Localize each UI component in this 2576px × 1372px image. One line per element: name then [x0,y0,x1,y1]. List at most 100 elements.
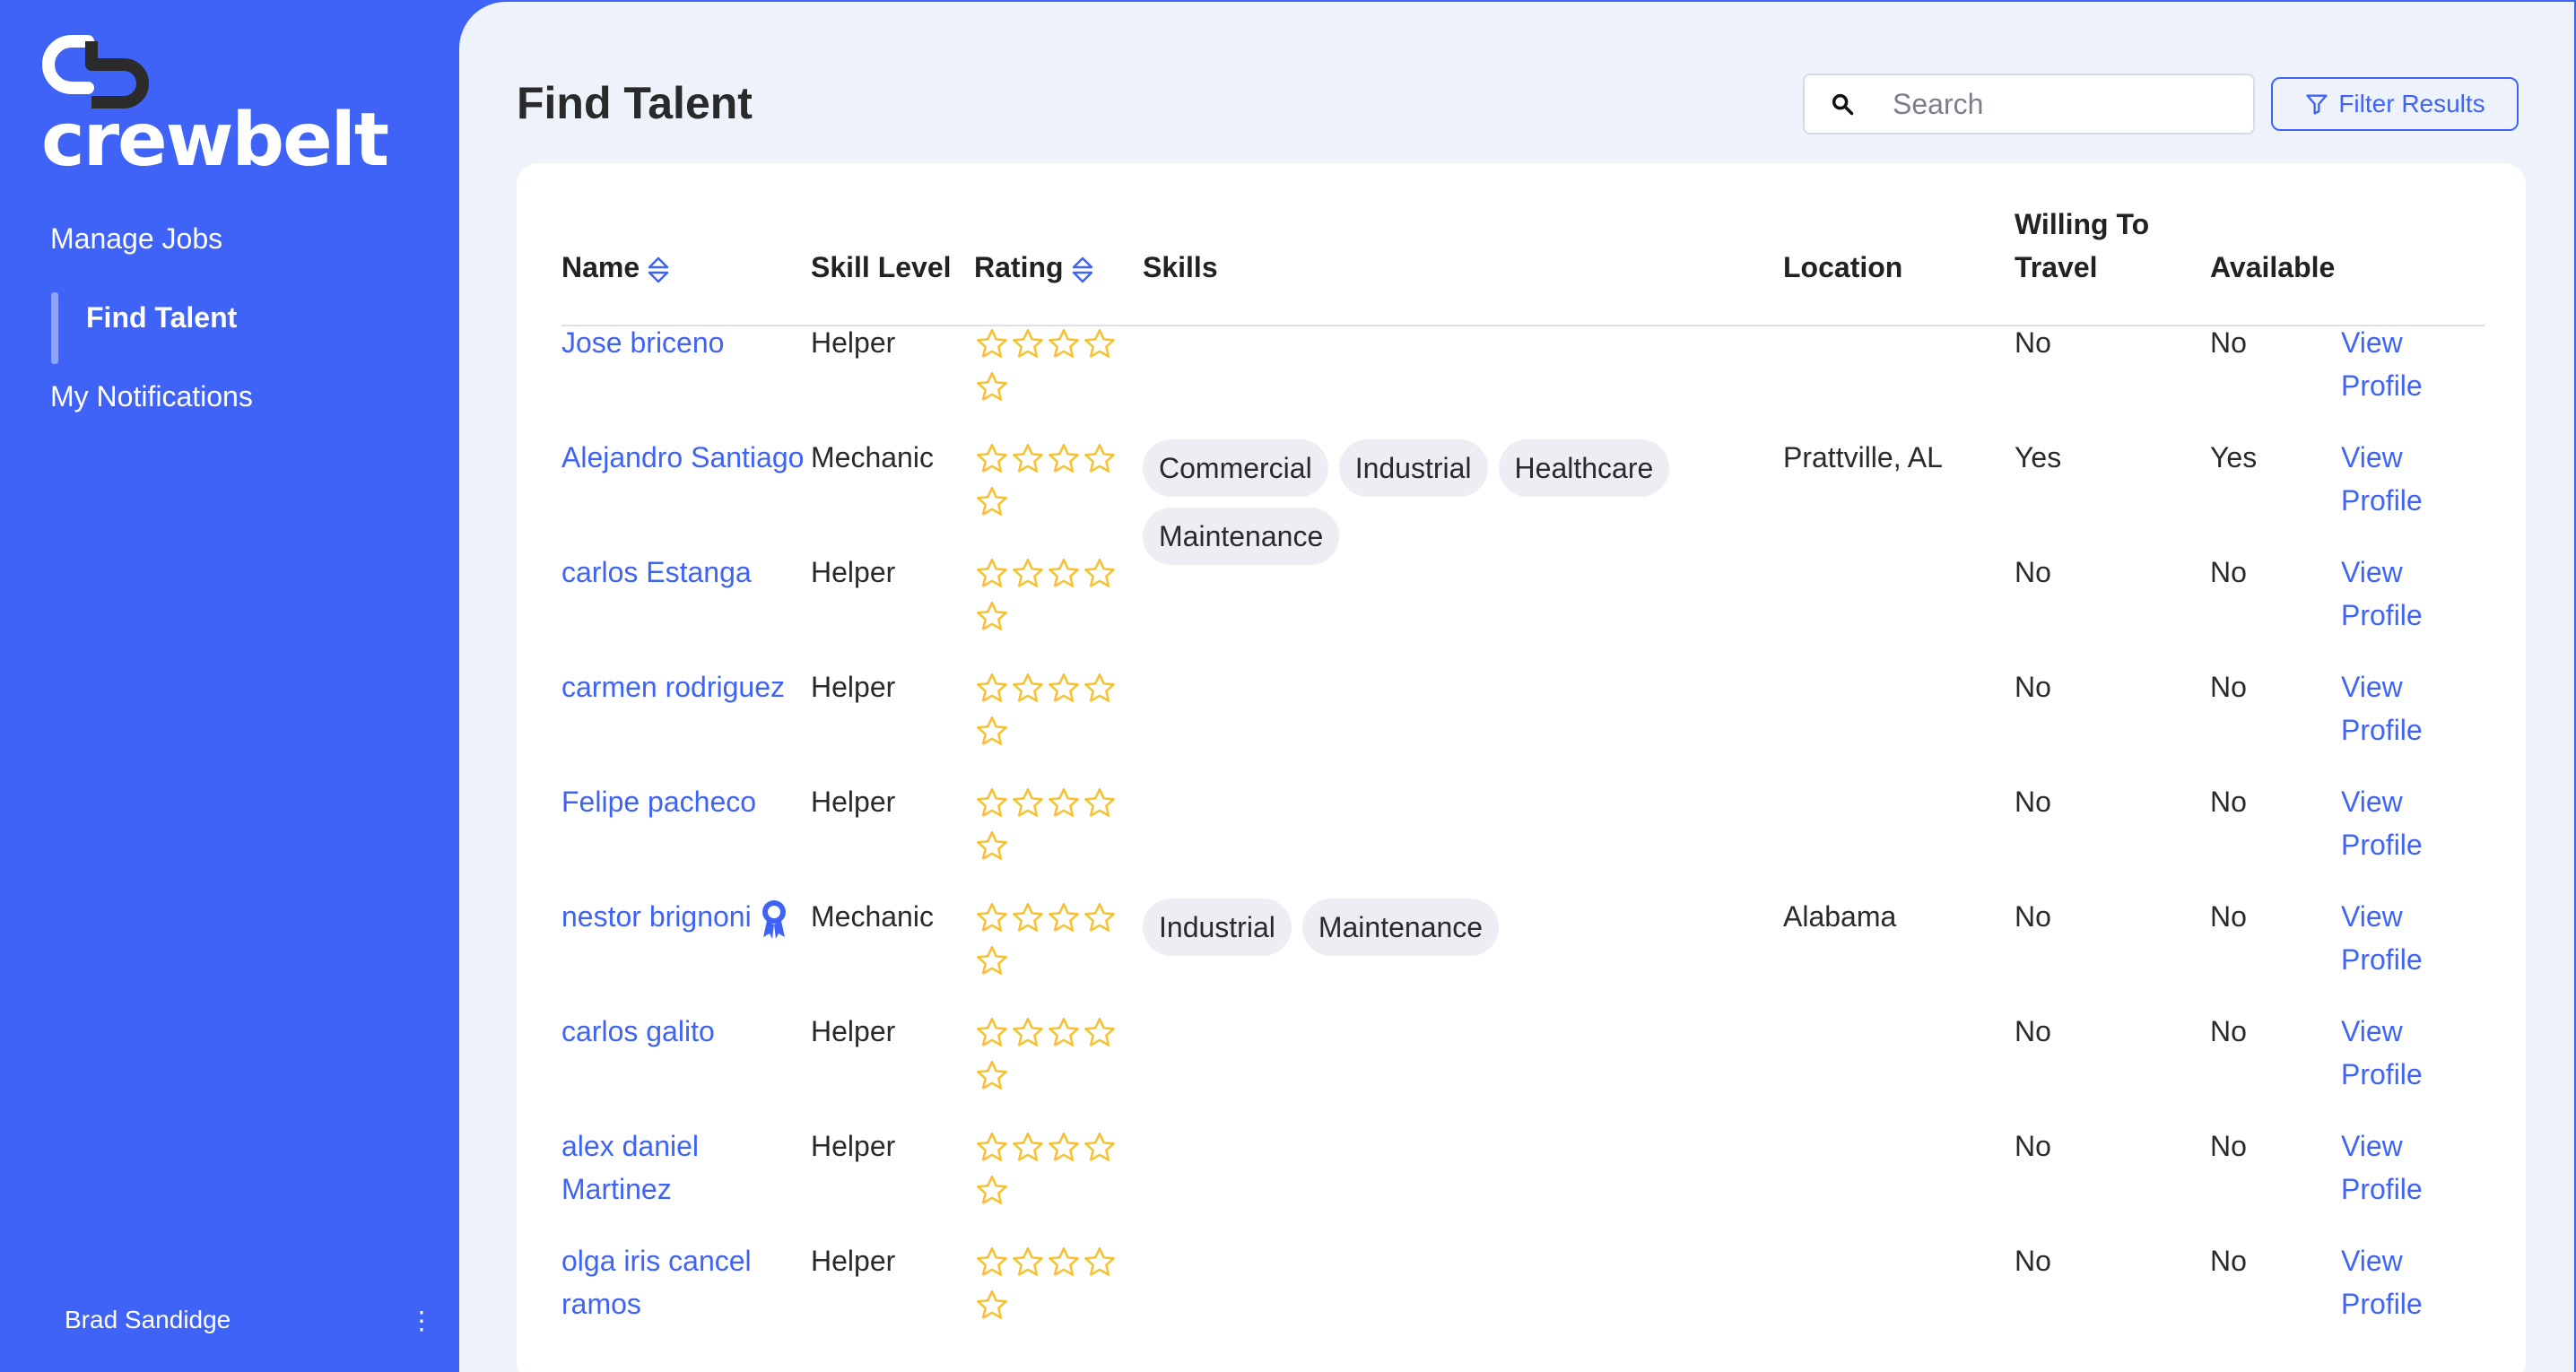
view-profile-link[interactable]: View Profile [2341,1125,2440,1211]
star-outline-icon [1084,787,1115,817]
available-cell: No [2210,671,2247,703]
column-skills: Skills [1143,251,1218,283]
skill-chip: Maintenance [1301,899,1500,956]
star-outline-icon [1049,787,1079,817]
talent-name-link[interactable]: nestor brignoni [561,900,752,933]
sidebar-item-my-notifications[interactable]: My Notifications [0,371,459,450]
talent-name-link[interactable]: Felipe pacheco [561,786,756,818]
available-cell: No [2210,1245,2247,1277]
filter-results-label: Filter Results [2338,90,2485,117]
talent-name-link[interactable]: Jose briceno [561,326,724,359]
view-profile-link[interactable]: View Profile [2341,551,2440,637]
available-cell: No [2210,1015,2247,1047]
view-profile-link[interactable]: View Profile [2341,1239,2440,1325]
star-outline-icon [977,486,1007,516]
filter-results-button[interactable]: Filter Results [2271,77,2519,131]
star-outline-icon [977,371,1007,401]
sidebar-item-manage-jobs[interactable]: Manage Jobs [0,213,459,292]
star-outline-icon [977,787,1007,817]
view-profile-link[interactable]: View Profile [2341,665,2440,751]
rating-stars [974,1245,1127,1331]
rating-stars [974,441,1127,527]
name-cell: alex daniel Martinez [561,1125,809,1211]
column-available: Available [2210,251,2336,283]
skill-chip: Industrial [1143,899,1292,956]
star-outline-icon [1084,558,1115,587]
rating-stars [974,556,1127,642]
view-profile-link[interactable]: View Profile [2341,1010,2440,1096]
crewbelt-logo[interactable]: crewbelt [41,34,389,178]
column-name[interactable]: Name [561,246,670,289]
view-profile-link[interactable]: View Profile [2341,436,2440,522]
more-vertical-icon[interactable]: ⋮ [409,1306,434,1335]
star-outline-icon [1013,673,1043,702]
skill-level-cell: Helper [811,556,896,588]
column-skill-level: Skill Level [811,251,952,283]
star-outline-icon [977,328,1007,358]
available-cell: Yes [2210,441,2258,473]
location-cell: Alabama [1783,900,1897,933]
star-outline-icon [977,716,1007,745]
rating-stars [974,671,1127,757]
sort-icon[interactable] [1071,255,1094,285]
rating-stars [974,1015,1127,1101]
name-cell: Felipe pacheco [561,780,809,823]
skills-cell: Commercial Industrial Healthcare Maintenanc… [1143,439,1699,565]
rating-stars [974,900,1127,986]
willing-to-travel-cell: No [2015,1015,2051,1047]
available-cell: No [2210,1130,2247,1162]
name-cell: Alejandro Santiago [561,436,809,479]
sidebar: crewbelt Manage Jobs Find Talent My Noti… [0,0,459,1372]
award-icon [761,899,786,939]
skill-level-cell: Helper [811,326,896,359]
column-rating[interactable]: Rating [974,246,1094,289]
rating-stars [974,786,1127,872]
logo-wordmark: crewbelt [41,98,389,183]
table-row: Jose briceno Helper No No View Profile [561,321,2485,436]
available-cell: No [2210,556,2247,588]
star-outline-icon [1013,328,1043,358]
talent-name-link[interactable]: alex daniel Martinez [561,1130,699,1205]
available-cell: No [2210,786,2247,818]
willing-to-travel-cell: No [2015,1245,2051,1277]
star-outline-icon [1049,1132,1079,1161]
star-outline-icon [1013,1132,1043,1161]
star-outline-icon [977,558,1007,587]
table-row: carmen rodriguez Helper No No View Profile [561,665,2485,780]
star-outline-icon [1013,787,1043,817]
star-outline-icon [977,1017,1007,1046]
column-label: Name [561,251,640,283]
talent-name-link[interactable]: carmen rodriguez [561,671,785,703]
table-row: carlos galito Helper No No View Profile [561,1010,2485,1125]
talent-name-link[interactable]: carlos Estanga [561,556,752,588]
table-row: Felipe pacheco Helper No No View Profile [561,780,2485,895]
search-icon [1830,91,1866,117]
star-outline-icon [1013,902,1043,932]
name-cell: Jose briceno [561,321,809,364]
star-outline-icon [977,1290,1007,1319]
star-outline-icon [1049,443,1079,473]
sidebar-item-find-talent[interactable]: Find Talent [0,292,459,371]
view-profile-link[interactable]: View Profile [2341,895,2440,981]
column-label: Rating [974,251,1064,283]
willing-to-travel-cell: No [2015,326,2051,359]
view-profile-link[interactable]: View Profile [2341,780,2440,866]
search-box [1803,74,2255,135]
talent-name-link[interactable]: olga iris cancel ramos [561,1245,752,1320]
willing-to-travel-cell: No [2015,786,2051,818]
star-outline-icon [1084,328,1115,358]
main-content: Find Talent Filter Results Name Skill Le… [459,2,2574,1372]
filter-icon [2306,94,2328,115]
sort-icon[interactable] [647,255,670,285]
willing-to-travel-cell: No [2015,556,2051,588]
star-outline-icon [1084,1017,1115,1046]
name-cell: nestor brignoni [561,895,809,941]
view-profile-link[interactable]: View Profile [2341,321,2440,407]
available-cell: No [2210,326,2247,359]
star-outline-icon [1013,1246,1043,1276]
willing-to-travel-cell: No [2015,1130,2051,1162]
talent-name-link[interactable]: Alejandro Santiago [561,441,804,473]
willing-to-travel-cell: Yes [2015,441,2062,473]
talent-name-link[interactable]: carlos galito [561,1015,715,1047]
search-input[interactable] [1893,87,2233,121]
